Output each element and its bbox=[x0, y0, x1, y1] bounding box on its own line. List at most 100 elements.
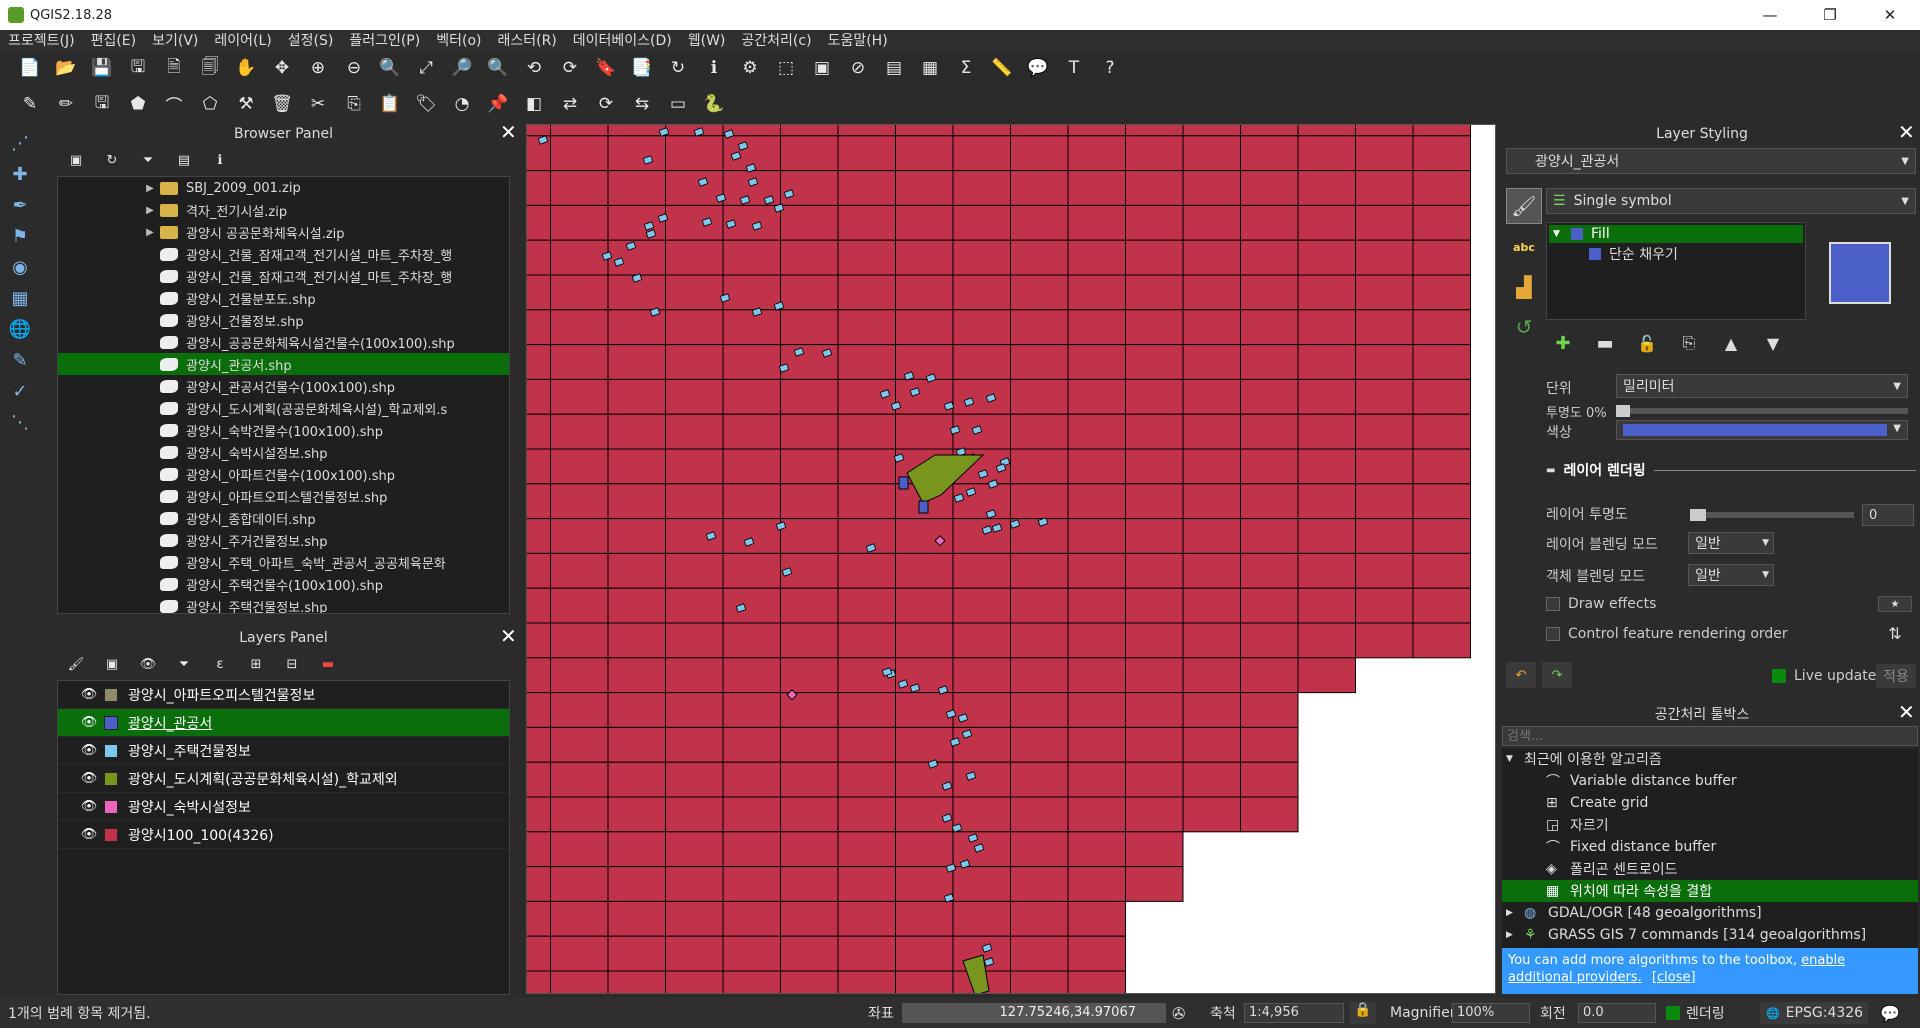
live-update-checkbox[interactable] bbox=[1772, 669, 1786, 683]
browser-item[interactable]: ▶ 광양시 공공문화체육시설.zip bbox=[58, 221, 509, 243]
browser-item[interactable]: 광양시_아파트건물수(100x100).shp bbox=[58, 463, 509, 485]
add-feature-icon[interactable]: ⬟ bbox=[126, 92, 150, 116]
expand-arrow-icon[interactable]: ▶ bbox=[140, 227, 160, 238]
new-shapefile-icon[interactable]: ✓ bbox=[0, 377, 40, 405]
layer-opacity-slider[interactable] bbox=[1690, 509, 1854, 521]
menu-item[interactable]: 플러그인(P) bbox=[341, 30, 428, 50]
expand-arrow-icon[interactable]: ▶ bbox=[1506, 930, 1524, 940]
refresh-icon[interactable]: ↻ bbox=[666, 56, 690, 80]
algorithm-item[interactable]: ◲ 자르기 bbox=[1502, 814, 1918, 836]
new-bookmark-icon[interactable]: 🔖 bbox=[594, 56, 618, 80]
crs-button[interactable]: 🌐 EPSG:4326 bbox=[1760, 1002, 1868, 1024]
algorithm-item[interactable]: ⌒ Variable distance buffer bbox=[1502, 770, 1918, 792]
color-button[interactable]: ▼ bbox=[1616, 420, 1908, 440]
provider-group[interactable]: ▶ ◍ GDAL/OGR [48 geoalgorithms] bbox=[1502, 902, 1918, 924]
layer-item[interactable]: 👁 광양시_관공서 bbox=[58, 709, 509, 737]
new-temp-layer-icon[interactable]: ⋱ bbox=[0, 408, 40, 436]
browser-item[interactable]: 광양시_건물_잠재고객_전기시설_마트_주차장_행 bbox=[58, 265, 509, 287]
browser-item[interactable]: 광양시_아파트오피스텔건물정보.shp bbox=[58, 485, 509, 507]
expand-arrow-icon[interactable]: ▶ bbox=[140, 205, 160, 216]
select-features-icon[interactable]: ⬚ bbox=[774, 56, 798, 80]
browser-item[interactable]: 광양시_주택건물정보.shp bbox=[58, 595, 509, 613]
mouse-coord-toggle-icon[interactable]: ✇ bbox=[1172, 1004, 1185, 1023]
paste-features-icon[interactable]: 📋 bbox=[378, 92, 402, 116]
expand-arrow-icon[interactable]: ▶ bbox=[140, 183, 160, 194]
layer-item[interactable]: 👁 광양시_도시계획(공공문화체육시설)_학교제외 bbox=[58, 765, 509, 793]
recent-group[interactable]: ▼ 최근에 이용한 알고리즘 bbox=[1502, 748, 1918, 770]
new-print-composer-icon[interactable]: 🗎 bbox=[162, 56, 186, 80]
menu-item[interactable]: 설정(S) bbox=[280, 30, 342, 50]
zoom-out-icon[interactable]: ⊖ bbox=[342, 56, 366, 80]
rotate-label-icon[interactable]: ⟳ bbox=[594, 92, 618, 116]
delete-selected-icon[interactable]: 🗑 bbox=[270, 92, 294, 116]
browser-item[interactable]: 광양시_숙박건물수(100x100).shp bbox=[58, 419, 509, 441]
map-svg[interactable] bbox=[527, 125, 1496, 994]
browser-item[interactable]: 광양시_관공서.shp bbox=[58, 353, 509, 375]
rotation-spin[interactable]: 0.0 bbox=[1578, 1003, 1656, 1023]
action-gear-icon[interactable]: ⚙ bbox=[738, 56, 762, 80]
draw-effects-checkbox[interactable] bbox=[1546, 597, 1560, 611]
layer-rendering-section[interactable]: ▬ 레이어 렌더링 bbox=[1546, 460, 1916, 480]
styling-close-icon[interactable]: ✕ bbox=[1898, 120, 1915, 144]
python-console-icon[interactable]: 🐍 bbox=[702, 92, 726, 116]
expand-all-icon[interactable]: ⊞ bbox=[244, 652, 268, 676]
layer-opacity-handle[interactable] bbox=[1690, 509, 1706, 521]
browser-item[interactable]: 광양시_주택_아파트_숙박_관공서_공공체육문화 bbox=[58, 551, 509, 573]
menu-item[interactable]: 편집(E) bbox=[83, 30, 145, 50]
browser-item[interactable]: ▶ SBJ_2009_001.zip bbox=[58, 177, 509, 199]
collapse-layers-icon[interactable]: ⊟ bbox=[280, 652, 304, 676]
zoom-native-icon[interactable]: 🔍 bbox=[378, 56, 402, 80]
redo-icon[interactable]: ↷ bbox=[1542, 662, 1572, 688]
field-calculator-icon[interactable]: ▦ bbox=[918, 56, 942, 80]
text-annotation-icon[interactable]: T bbox=[1062, 56, 1086, 80]
node-tool-icon[interactable]: ⚒ bbox=[234, 92, 258, 116]
label-icon[interactable]: 🏷 bbox=[414, 92, 438, 116]
visibility-eye-icon[interactable]: 👁 bbox=[80, 771, 98, 786]
add-postgis-icon[interactable]: ▦ bbox=[0, 284, 40, 312]
add-symbol-layer-icon[interactable]: ✚ bbox=[1546, 330, 1580, 356]
browser-item[interactable]: 광양시_관공서건물수(100x100).shp bbox=[58, 375, 509, 397]
menu-item[interactable]: 보기(V) bbox=[144, 30, 206, 50]
move-up-icon[interactable]: ▲ bbox=[1714, 330, 1748, 356]
layer-style-icon[interactable]: 🖌 bbox=[64, 652, 88, 676]
add-vector-icon[interactable]: ✚ bbox=[0, 160, 40, 188]
toolbox-search-input[interactable] bbox=[1502, 726, 1918, 746]
menu-item[interactable]: 프로젝트(J) bbox=[0, 30, 83, 50]
move-label-icon[interactable]: ⇄ bbox=[558, 92, 582, 116]
filter-expression-icon[interactable]: ε bbox=[208, 652, 232, 676]
zoom-last-icon[interactable]: ⟲ bbox=[522, 56, 546, 80]
menu-item[interactable]: 벡터(o) bbox=[428, 30, 489, 50]
visibility-eye-icon[interactable]: 👁 bbox=[80, 715, 98, 730]
provider-group[interactable]: ▶ ⚘ GRASS GIS 7 commands [314 geoalgorithm… bbox=[1502, 924, 1918, 946]
browser-item[interactable]: 광양시_도시계획(공공문화체육시설)_학교제외.s bbox=[58, 397, 509, 419]
magnifier-spin[interactable]: 100% bbox=[1452, 1003, 1530, 1023]
lock-scale-icon[interactable]: 🔒 bbox=[1350, 1002, 1376, 1024]
save-as-icon[interactable]: 🖫 bbox=[126, 56, 150, 80]
renderer-select[interactable]: ☰ Single symbol ▼ bbox=[1546, 188, 1916, 214]
diagrams-tab-icon[interactable]: ▟ bbox=[1506, 270, 1542, 304]
zoom-layer-icon[interactable]: 🔍 bbox=[486, 56, 510, 80]
pin-labels-icon[interactable]: 📌 bbox=[486, 92, 510, 116]
visibility-eye-icon[interactable]: 👁 bbox=[80, 799, 98, 814]
control-order-row[interactable]: Control feature rendering order bbox=[1546, 626, 1788, 642]
toggle-editing-icon[interactable]: ✏ bbox=[54, 92, 78, 116]
menu-item[interactable]: 공간처리(c) bbox=[733, 30, 819, 50]
feature-blend-select[interactable]: 일반 ▼ bbox=[1688, 564, 1774, 586]
effects-star-icon[interactable]: ★ bbox=[1878, 596, 1912, 612]
map-tips-icon[interactable]: 💬 bbox=[1026, 56, 1050, 80]
add-wms-icon[interactable]: 🌐 bbox=[0, 315, 40, 343]
pan-map-icon[interactable]: ✋ bbox=[234, 56, 258, 80]
history-tab-icon[interactable]: ↺ bbox=[1506, 310, 1542, 344]
composer-manager-icon[interactable]: 🗐 bbox=[198, 56, 222, 80]
visibility-eye-icon[interactable]: 👁 bbox=[80, 687, 98, 702]
browser-item[interactable]: 광양시_건물_잠재고객_전기시설_마트_주차장_행 bbox=[58, 243, 509, 265]
menu-item[interactable]: 데이터베이스(D) bbox=[565, 30, 680, 50]
close-icon[interactable]: ✕ bbox=[1860, 0, 1920, 30]
layer-item[interactable]: 👁 광양시_주택건물정보 bbox=[58, 737, 509, 765]
deselect-icon[interactable]: ⊘ bbox=[846, 56, 870, 80]
digitize-icon[interactable]: ⋰ bbox=[0, 129, 40, 157]
coordinate-field[interactable]: 127.75246,34.97067 bbox=[902, 1003, 1166, 1023]
symbol-simple-fill-row[interactable]: 단순 채우기 bbox=[1547, 245, 1805, 263]
restore-icon[interactable]: ❐ bbox=[1800, 0, 1860, 30]
algorithm-item[interactable]: ◈ 폴리곤 센트로이드 bbox=[1502, 858, 1918, 880]
